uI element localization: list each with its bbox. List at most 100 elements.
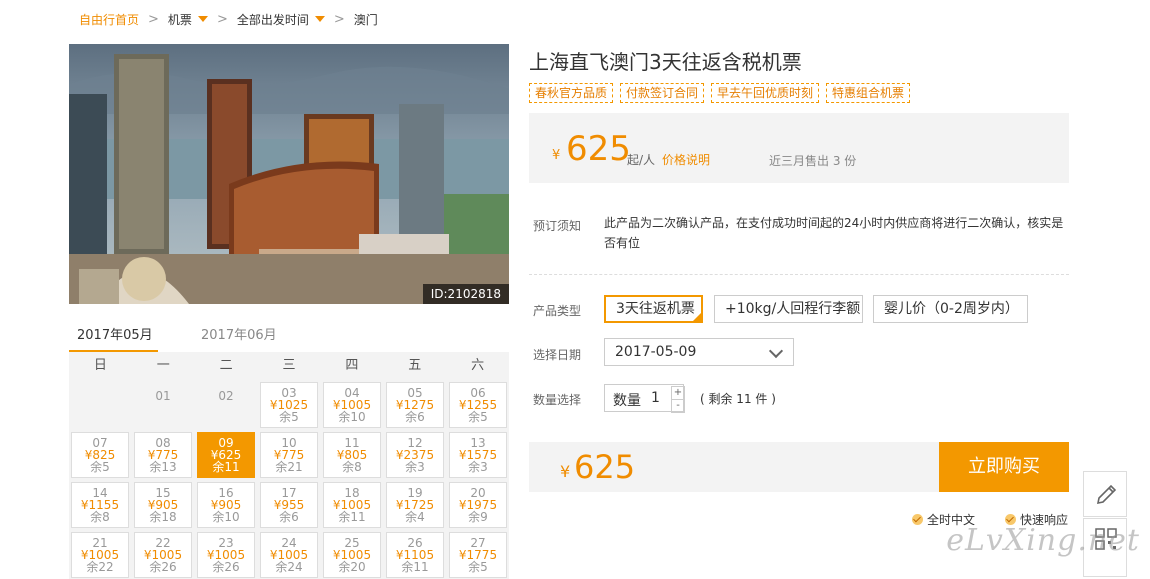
calendar-day[interactable]: 10 ¥775 余21 — [260, 432, 318, 478]
date-select[interactable]: 2017-05-09 — [604, 338, 794, 366]
tab-june[interactable]: 2017年06月 — [201, 324, 277, 343]
quantity-label: 数量选择 — [533, 393, 582, 407]
price-value: 625 — [566, 129, 631, 169]
calendar-day[interactable]: 27 ¥1775 余5 — [449, 532, 507, 578]
quantity-stepper: 数量 1 + - — [604, 384, 685, 413]
calendar-day-remaining: 余11 — [338, 510, 366, 524]
calendar-day-selected[interactable]: 09 ¥625 余11 — [197, 432, 255, 478]
date-select-label: 选择日期 — [533, 348, 582, 362]
breadcrumb-separator: > — [148, 11, 159, 27]
calendar-day-remaining: 余5 — [468, 560, 488, 574]
calendar-day[interactable]: 05 ¥1275 余6 — [386, 382, 444, 428]
breadcrumb: 自由行首页 > 机票 > 全部出发时间 > 澳门 — [79, 10, 378, 28]
buy-bar: ¥ 625 立即购买 — [529, 442, 1069, 492]
calendar-day[interactable]: 13 ¥1575 余3 — [449, 432, 507, 478]
calendar-day[interactable]: 16 ¥905 余10 — [197, 482, 255, 528]
calendar-day[interactable]: 15 ¥905 余18 — [134, 482, 192, 528]
weekday-thu: 四 — [345, 358, 359, 373]
calendar-day[interactable]: 03 ¥1025 余5 — [260, 382, 318, 428]
calendar-day-unavailable: 01 — [134, 382, 192, 428]
total-currency-symbol: ¥ — [560, 462, 571, 481]
date-select-value: 2017-05-09 — [615, 344, 697, 360]
calendar-day[interactable]: 18 ¥1005 余11 — [323, 482, 381, 528]
total-price: 625 — [574, 448, 636, 486]
calendar-day-remaining: 余20 — [338, 560, 366, 574]
feedback-tool[interactable] — [1083, 471, 1127, 517]
buy-now-button[interactable]: 立即购买 — [939, 442, 1069, 492]
calendar-day[interactable]: 25 ¥1005 余20 — [323, 532, 381, 578]
calendar-day-remaining: 余22 — [86, 560, 114, 574]
calendar-day-remaining: 余6 — [405, 410, 425, 424]
weekday-wed: 三 — [282, 358, 296, 373]
product-type-label: 产品类型 — [533, 304, 582, 318]
date-price-calendar: 01 02 03 ¥1025 余5 04 ¥1005 余10 05 ¥1275 余6 06 ¥1255 余… — [69, 379, 509, 579]
product-tags: 春秋官方品质 付款签订合同 早去午回优质时刻 特惠组合机票 — [529, 83, 911, 103]
calendar-day-remaining: 余8 — [342, 460, 362, 474]
calendar-day-remaining: 余11 — [212, 460, 240, 474]
calendar-day[interactable]: 22 ¥1005 余26 — [134, 532, 192, 578]
breadcrumb-item-destination[interactable]: 澳门 — [354, 11, 378, 28]
breadcrumb-separator: > — [216, 11, 228, 27]
calendar-day-remaining: 余24 — [275, 560, 303, 574]
calendar-day[interactable]: 23 ¥1005 余26 — [197, 532, 255, 578]
calendar-day[interactable]: 17 ¥955 余6 — [260, 482, 318, 528]
image-id-badge: ID:2102818 — [422, 284, 509, 304]
breadcrumb-home-link[interactable]: 自由行首页 — [79, 11, 139, 28]
calendar-day-remaining: 余5 — [90, 460, 110, 474]
calendar-day[interactable]: 21 ¥1005 余22 — [71, 532, 129, 578]
calendar-day[interactable]: 19 ¥1725 余4 — [386, 482, 444, 528]
breadcrumb-item-flights[interactable]: 机票 — [168, 11, 192, 28]
weekday-sun: 日 — [93, 358, 107, 373]
calendar-day[interactable]: 08 ¥775 余13 — [134, 432, 192, 478]
option-3day-roundtrip[interactable]: 3天往返机票 — [604, 295, 703, 323]
calendar-day[interactable]: 24 ¥1005 余24 — [260, 532, 318, 578]
calendar-day[interactable]: 07 ¥825 余5 — [71, 432, 129, 478]
option-extra-baggage[interactable]: +10kg/人回程行李额 — [714, 295, 863, 323]
divider — [529, 274, 1069, 275]
calendar-day-remaining: 余11 — [401, 560, 429, 574]
calendar-day-remaining: 余26 — [212, 560, 240, 574]
notice-label: 预订须知 — [533, 219, 582, 233]
price-explain-link[interactable]: 价格说明 — [662, 151, 710, 168]
caret-down-icon[interactable] — [197, 16, 208, 22]
calendar-day-remaining: 余8 — [90, 510, 110, 524]
calendar-day-remaining: 余5 — [279, 410, 299, 424]
calendar-day-remaining: 余10 — [212, 510, 240, 524]
month-tabs: 2017年05月 2017年06月 — [69, 318, 509, 353]
product-title: 上海直飞澳门3天往返含税机票 — [529, 50, 802, 74]
tag: 春秋官方品质 — [529, 83, 614, 103]
option-infant-price[interactable]: 婴儿价（0-2周岁内） — [873, 295, 1028, 323]
calendar-day-remaining: 余9 — [468, 510, 488, 524]
price-box: ¥ 625 起/人 价格说明 近三月售出 3 份 — [529, 113, 1069, 183]
pencil-icon — [1096, 484, 1117, 505]
calendar-day[interactable]: 20 ¥1975 余9 — [449, 482, 507, 528]
calendar-day[interactable]: 06 ¥1255 余5 — [449, 382, 507, 428]
weekday-tue: 二 — [219, 358, 233, 373]
calendar-day[interactable]: 26 ¥1105 余11 — [386, 532, 444, 578]
calendar-day[interactable]: 11 ¥805 余8 — [323, 432, 381, 478]
calendar-day-unavailable: 02 — [197, 382, 255, 428]
calendar-day-remaining: 余3 — [468, 460, 488, 474]
caret-down-icon[interactable] — [314, 16, 325, 22]
calendar-day-remaining: 余3 — [405, 460, 425, 474]
calendar-day[interactable]: 14 ¥1155 余8 — [71, 482, 129, 528]
breadcrumb-item-departure-time[interactable]: 全部出发时间 — [237, 11, 309, 28]
calendar-day-remaining: 余6 — [279, 510, 299, 524]
remaining-stock: ( 剩余 11 件 ) — [700, 392, 776, 406]
calendar-day-remaining: 余26 — [149, 560, 177, 574]
quantity-increase-button[interactable]: + — [671, 386, 685, 400]
calendar-day[interactable]: 12 ¥2375 余3 — [386, 432, 444, 478]
quantity-field-label: 数量 — [613, 393, 641, 409]
calendar-day[interactable]: 04 ¥1005 余10 — [323, 382, 381, 428]
tag: 早去午回优质时刻 — [711, 83, 820, 103]
calendar-day-remaining: 余18 — [149, 510, 177, 524]
chevron-down-icon — [768, 343, 784, 359]
quantity-value[interactable]: 1 — [651, 390, 660, 406]
check-circle-icon — [912, 514, 923, 525]
tab-may[interactable]: 2017年05月 — [77, 324, 153, 343]
breadcrumb-separator: > — [333, 11, 345, 27]
quantity-decrease-button[interactable]: - — [671, 399, 685, 413]
weekday-sat: 六 — [471, 358, 485, 373]
tag: 付款签订合同 — [620, 83, 705, 103]
calendar-day-remaining: 余21 — [275, 460, 303, 474]
